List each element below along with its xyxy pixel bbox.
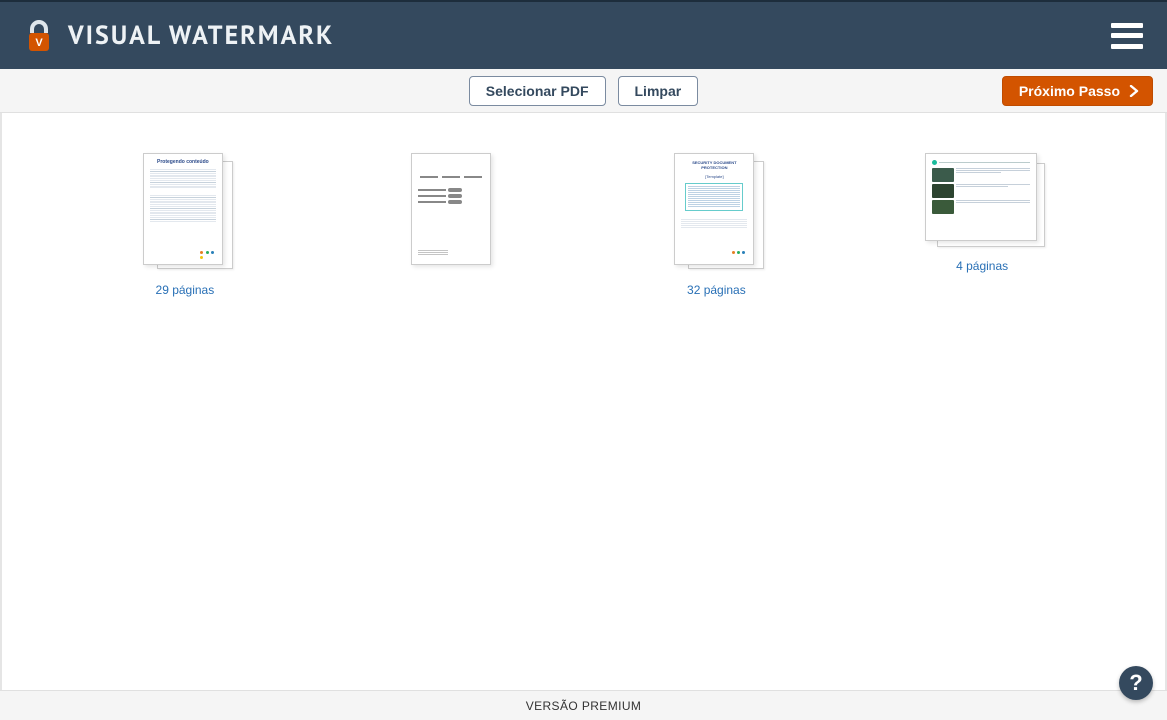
help-icon: ? [1129, 670, 1142, 696]
footer-bar[interactable]: VERSÃO PREMIUM [0, 690, 1167, 720]
chevron-right-icon [1126, 83, 1142, 99]
document-item[interactable] [409, 153, 493, 297]
logo: V VISUAL WATERMARK [24, 19, 334, 53]
document-thumbnail: Protegendo conteúdo [143, 153, 227, 267]
pages-label: 29 páginas [156, 283, 215, 297]
toolbar: Selecionar PDF Limpar Próximo Passo [0, 69, 1167, 113]
app-title: VISUAL WATERMARK [68, 19, 334, 52]
document-item[interactable]: 4 páginas [925, 153, 1039, 297]
document-item[interactable]: SECURITY DOCUMENT PROTECTION [Template] … [674, 153, 758, 297]
next-step-button[interactable]: Próximo Passo [1002, 76, 1153, 106]
document-thumbnail: SECURITY DOCUMENT PROTECTION [Template] [674, 153, 758, 267]
document-item[interactable]: Protegendo conteúdo 29 páginas [143, 153, 227, 297]
document-thumbnail [409, 153, 493, 267]
svg-text:V: V [35, 37, 43, 49]
help-button[interactable]: ? [1119, 666, 1153, 700]
pages-label: 4 páginas [956, 259, 1008, 273]
pages-label: 32 páginas [687, 283, 746, 297]
select-pdf-button[interactable]: Selecionar PDF [469, 76, 606, 106]
document-grid: Protegendo conteúdo 29 páginas [0, 113, 1167, 690]
document-thumbnail [925, 153, 1039, 243]
menu-icon[interactable] [1111, 23, 1143, 49]
lock-icon: V [24, 19, 54, 53]
premium-label: VERSÃO PREMIUM [526, 699, 642, 713]
next-step-label: Próximo Passo [1019, 83, 1120, 99]
clear-button[interactable]: Limpar [618, 76, 699, 106]
app-header: V VISUAL WATERMARK [0, 0, 1167, 69]
